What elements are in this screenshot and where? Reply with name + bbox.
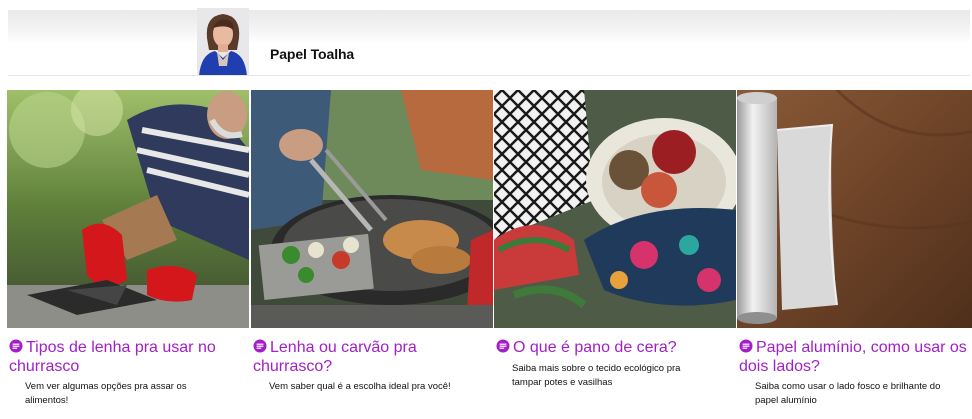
header-background [8,10,970,44]
card-image-aluminum-foil[interactable] [737,90,972,328]
comment-bubble-icon [9,339,23,353]
article-card[interactable]: Tipos de lenha pra usar no churrasco Vem… [7,90,249,415]
comment-bubble-icon [496,339,510,353]
card-title[interactable]: O que é pano de cera? [496,338,732,357]
card-title[interactable]: Lenha ou carvão pra churrasco? [253,338,489,376]
card-title-text[interactable]: Lenha ou carvão pra churrasco? [253,339,417,375]
card-title-text[interactable]: O que é pano de cera? [513,339,677,356]
card-image-beeswax-wrap[interactable] [494,90,736,328]
article-title[interactable]: Papel Toalha [270,46,354,62]
card-image-grill[interactable] [251,90,493,328]
comment-bubble-icon [739,339,753,353]
card-description: Saiba como usar o lado fosco e brilhante… [755,381,941,406]
article-card[interactable]: Papel alumínio, como usar os dois lados?… [737,90,972,415]
article-card[interactable]: O que é pano de cera? Saiba mais sobre o… [494,90,736,415]
card-title[interactable]: Tipos de lenha pra usar no churrasco [9,338,245,376]
card-title[interactable]: Papel alumínio, como usar os dois lados? [739,338,972,376]
card-title-text[interactable]: Tipos de lenha pra usar no churrasco [9,339,216,375]
comment-bubble-icon [253,339,267,353]
card-title-text[interactable]: Papel alumínio, como usar os dois lados? [739,339,967,375]
card-description: Vem saber qual é a escolha ideal pra voc… [269,381,451,392]
card-image-firewood[interactable] [7,90,249,328]
header-divider [8,75,970,76]
article-card[interactable]: Lenha ou carvão pra churrasco? Vem saber… [251,90,493,415]
card-description: Saiba mais sobre o tecido ecológico pra … [512,363,681,388]
card-description: Vem ver algumas opções pra assar os alim… [25,381,187,406]
author-avatar[interactable] [197,8,249,76]
